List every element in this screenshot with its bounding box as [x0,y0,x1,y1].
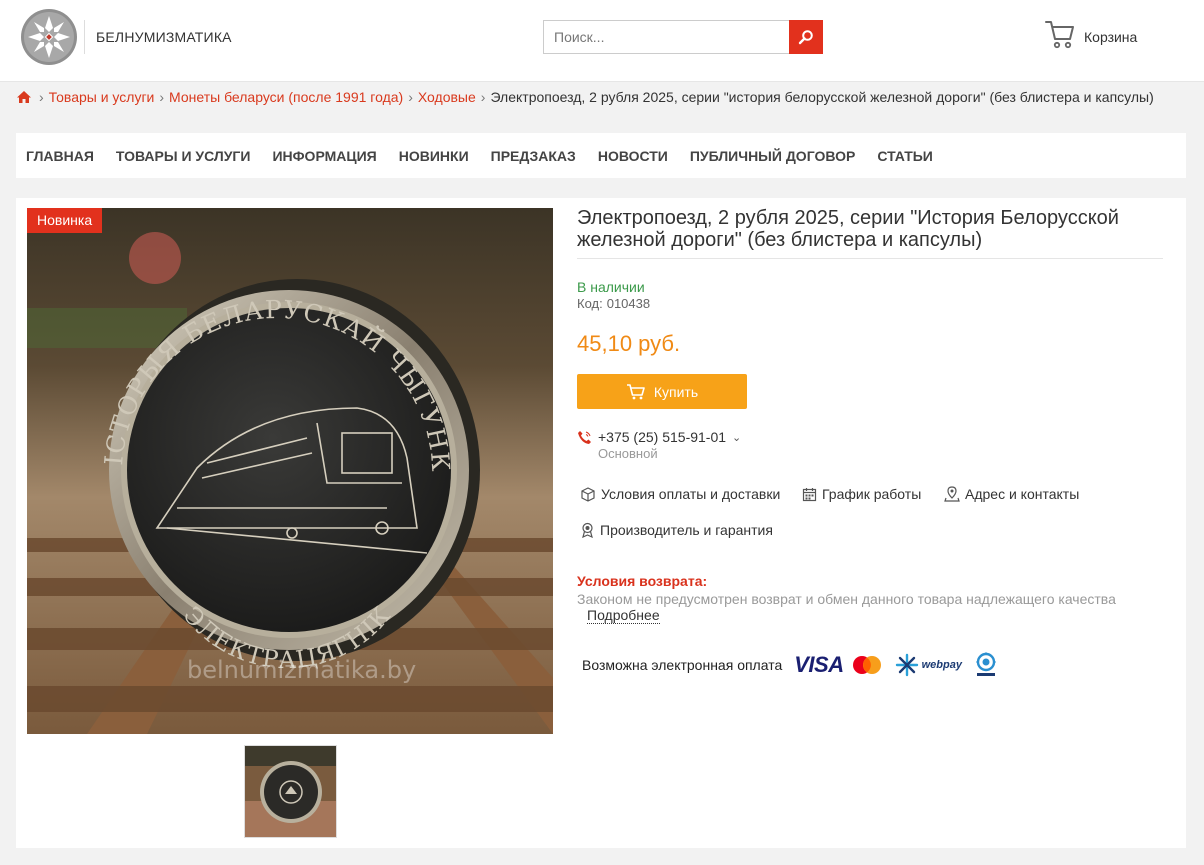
nav-item-contract[interactable]: ПУБЛИЧНЫЙ ДОГОВОР [690,148,855,164]
product-panel: ГІСТОРЫЯ БЕЛАРУСКАЙ ЧЫГУНКІ ЭЛЕКТРАЦЯГНІ… [16,198,1186,848]
chevron-down-icon: ⌄ [732,431,742,444]
map-pin-icon [944,486,960,502]
nav-item-preorder[interactable]: ПРЕДЗАКАЗ [491,148,576,164]
site-logo[interactable] [20,8,78,66]
breadcrumb-item-circulating[interactable]: Ходовые [418,89,476,105]
cart-link[interactable]: Корзина [1044,18,1137,50]
search-bar [543,20,823,54]
visa-logo: VISA [794,652,844,677]
product-code: Код: 010438 [577,296,650,311]
product-price: 45,10 руб. [577,331,681,356]
return-title: Условия возврата: [577,573,708,589]
link-schedule-label: График работы [822,486,922,502]
return-more-link[interactable]: Подробнее [587,607,660,624]
search-input[interactable] [543,20,790,54]
phone-note: Основной [598,446,658,461]
product-thumbnail[interactable] [244,745,337,838]
belkart-logo [976,652,996,676]
nav-item-info[interactable]: ИНФОРМАЦИЯ [272,148,376,164]
breadcrumb-separator: › [159,89,165,105]
delivery-icon [581,487,595,502]
payment-label: Возможна электронная оплата [582,657,783,673]
image-watermark: belnumizmatika.by [187,656,416,684]
nav-item-goods[interactable]: ТОВАРЫ И УСЛУГИ [116,148,251,164]
breadcrumb-item-coins[interactable]: Монеты беларуси (после 1991 года) [169,89,403,105]
breadcrumb-separator: › [480,89,486,105]
product-code-label: Код: [577,296,603,311]
cart-label: Корзина [1084,29,1138,45]
buy-button[interactable]: Купить [577,374,747,409]
phone-icon [578,430,591,444]
breadcrumb-separator: › [39,89,44,105]
main-nav: ГЛАВНАЯ ТОВАРЫ И УСЛУГИ ИНФОРМАЦИЯ НОВИН… [16,133,1186,178]
calendar-icon [802,487,817,501]
search-icon [798,30,813,45]
title-divider [577,258,1163,259]
payment-methods: Возможна электронная оплата VISA webpay [582,652,998,678]
nav-item-articles[interactable]: СТАТЬИ [877,148,933,164]
product-title: Электропоезд, 2 рубля 2025, серии "Истор… [577,207,1119,251]
breadcrumb-current: Электропоезд, 2 рубля 2025, серии "истор… [490,89,1154,105]
cart-icon [626,383,645,399]
webpay-icon [895,653,918,677]
link-manufacturer-label: Производитель и гарантия [600,522,773,538]
return-text: Законом не предусмотрен возврат и обмен … [577,591,1116,607]
product-code-value: 010438 [606,296,651,311]
phone-number: +375 (25) 515-91-01 [598,429,727,445]
link-manufacturer[interactable]: Производитель и гарантия [580,522,773,538]
cart-icon [1045,21,1074,49]
stock-status: В наличии [577,279,645,295]
home-icon[interactable] [16,90,32,104]
link-address-label: Адрес и контакты [965,486,1080,502]
search-button[interactable] [789,20,823,54]
breadcrumb: › Товары и услуги › Монеты беларуси (пос… [16,89,1154,105]
breadcrumb-item-goods[interactable]: Товары и услуги [49,89,155,105]
new-badge: Новинка [27,208,103,233]
award-icon [582,522,593,538]
phone-dropdown[interactable]: +375 (25) 515-91-01 ⌄ [577,429,741,445]
nav-item-news[interactable]: НОВОСТИ [598,148,668,164]
link-payment-delivery-label: Условия оплаты и доставки [601,486,781,502]
site-name[interactable]: БЕЛНУМИЗМАТИКА [96,29,232,45]
product-main-image[interactable]: ГІСТОРЫЯ БЕЛАРУСКАЙ ЧЫГУНКІ ЭЛЕКТРАЦЯГНІ… [27,208,553,734]
nav-item-home[interactable]: ГЛАВНАЯ [26,148,94,164]
breadcrumb-separator: › [408,89,413,105]
buy-button-label: Купить [653,383,699,400]
mastercard-logo [852,656,881,674]
header: БЕЛНУМИЗМАТИКА Корзина [0,0,1204,82]
logo-divider [84,20,85,54]
link-schedule[interactable]: График работы [802,486,921,502]
link-address[interactable]: Адрес и контакты [944,486,1079,502]
nav-item-new[interactable]: НОВИНКИ [399,148,469,164]
link-payment-delivery[interactable]: Условия оплаты и доставки [580,486,780,502]
webpay-logo: webpay [921,659,962,671]
